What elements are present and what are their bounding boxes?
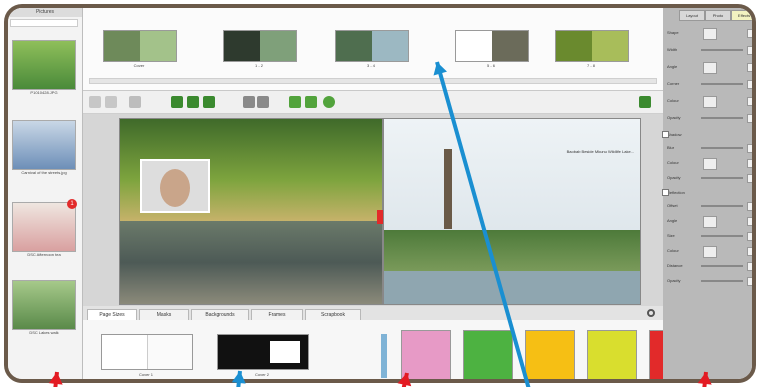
red-arrow-pictures [48,371,63,387]
annotation-arrows [48,61,712,387]
blue-arrow-layouts [231,370,246,387]
red-arrow-backgrounds [397,372,412,387]
blue-arrow-spreads [433,61,531,387]
red-arrow-properties [697,371,712,387]
